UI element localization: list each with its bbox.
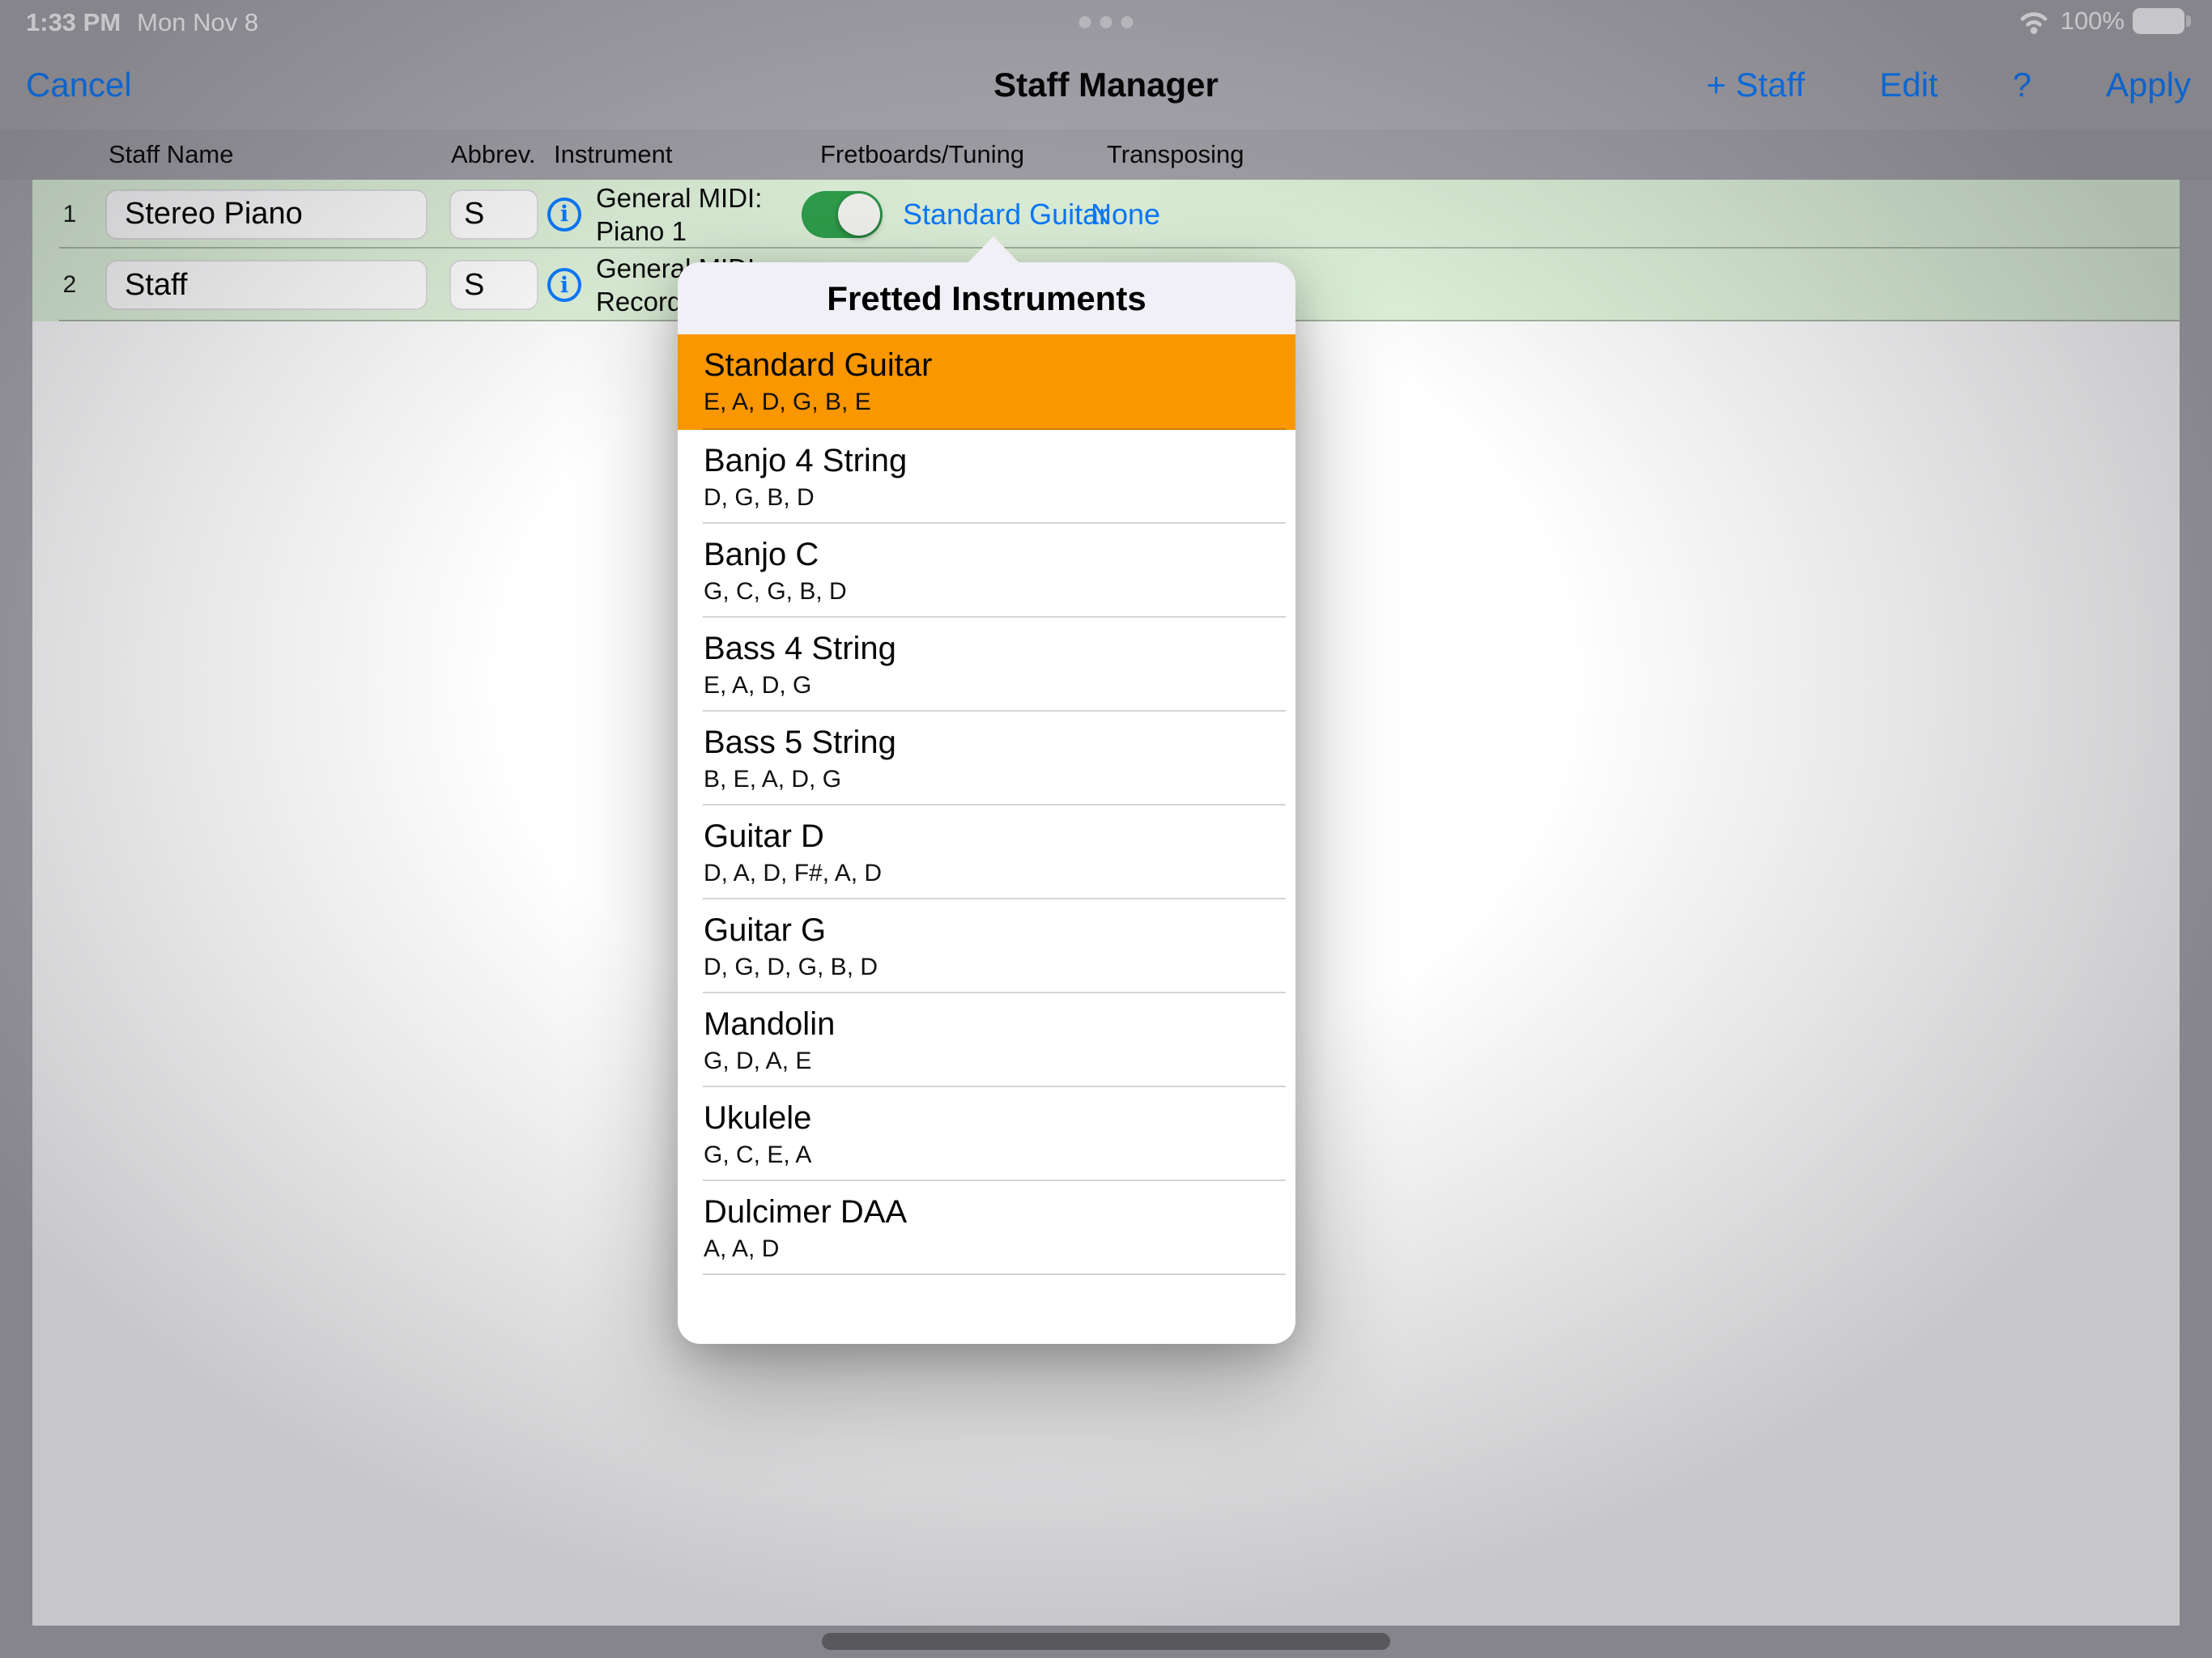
- instrument-info-icon[interactable]: i: [547, 268, 581, 302]
- staff-name-input[interactable]: [105, 260, 428, 310]
- column-header-instrument: Instrument: [554, 140, 672, 169]
- column-header-fretboards: Fretboards/Tuning: [820, 140, 1024, 169]
- instrument-option-ukulele[interactable]: Ukulele G, C, E, A: [678, 1087, 1295, 1181]
- instrument-line2: Piano 1: [596, 215, 762, 248]
- instrument-info-icon[interactable]: i: [547, 198, 581, 232]
- instrument-option-banjo-c[interactable]: Banjo C G, C, G, B, D: [678, 524, 1295, 618]
- instrument-option-standard-guitar[interactable]: Standard Guitar E, A, D, G, B, E: [678, 334, 1295, 430]
- add-staff-button[interactable]: + Staff: [1706, 66, 1805, 104]
- abbrev-input[interactable]: [449, 189, 538, 240]
- column-header-abbrev: Abbrev.: [451, 140, 536, 169]
- instrument-option-dulcimer-daa[interactable]: Dulcimer DAA A, A, D: [678, 1181, 1295, 1275]
- instrument-line1: General MIDI:: [596, 181, 762, 215]
- wifi-icon: [2015, 7, 2052, 35]
- multitask-dots-icon: [1079, 16, 1134, 28]
- instrument-option-guitar-g[interactable]: Guitar G D, G, D, G, B, D: [678, 899, 1295, 993]
- fretted-instruments-popover: Fretted Instruments Standard Guitar E, A…: [678, 262, 1295, 1344]
- instrument-option-mandolin[interactable]: Mandolin G, D, A, E: [678, 993, 1295, 1087]
- instrument-option-bass-5-string[interactable]: Bass 5 String B, E, A, D, G: [678, 712, 1295, 806]
- table-header-row: Staff Name Abbrev. Instrument Fretboards…: [0, 130, 2212, 180]
- column-header-staff-name: Staff Name: [108, 140, 234, 169]
- popover-title: Fretted Instruments: [827, 279, 1146, 318]
- popover-header: Fretted Instruments: [678, 262, 1295, 334]
- row-number: 2: [45, 271, 94, 299]
- toggle-knob: [838, 193, 880, 236]
- abbrev-input[interactable]: [449, 260, 538, 310]
- staff-name-input[interactable]: [105, 189, 428, 240]
- instrument-option-banjo-4-string[interactable]: Banjo 4 String D, G, B, D: [678, 430, 1295, 524]
- cancel-button[interactable]: Cancel: [26, 66, 132, 104]
- instrument-option-guitar-d[interactable]: Guitar D D, A, D, F#, A, D: [678, 806, 1295, 899]
- transposing-link[interactable]: None: [1091, 198, 1160, 232]
- staff-manager-screen: 1:33 PM Mon Nov 8 100% Cancel Staff Mana…: [0, 0, 2212, 1658]
- clock-time: 1:33 PM: [26, 8, 121, 37]
- clock-date: Mon Nov 8: [137, 8, 258, 37]
- edit-button[interactable]: Edit: [1879, 66, 1938, 104]
- nav-bar: Cancel Staff Manager + Staff Edit ? Appl…: [0, 40, 2212, 130]
- help-button[interactable]: ?: [2013, 66, 2031, 104]
- row-number: 1: [45, 201, 94, 228]
- apply-button[interactable]: Apply: [2106, 66, 2191, 104]
- instrument-label: General MIDI: Piano 1: [596, 181, 762, 248]
- fretted-instruments-list: Standard Guitar E, A, D, G, B, E Banjo 4…: [678, 334, 1295, 1275]
- status-bar: 1:33 PM Mon Nov 8 100%: [0, 0, 2212, 40]
- fretboard-toggle[interactable]: [802, 191, 883, 238]
- battery-icon: [2133, 8, 2184, 34]
- home-indicator[interactable]: [822, 1633, 1390, 1650]
- fretboard-tuning-link[interactable]: Standard Guitar: [903, 198, 1108, 232]
- battery-percent: 100%: [2061, 6, 2125, 36]
- column-header-transposing: Transposing: [1107, 140, 1244, 169]
- page-title: Staff Manager: [993, 66, 1219, 104]
- staff-row-1: 1 i General MIDI: Piano 1 Standard Guita…: [32, 180, 2180, 249]
- instrument-option-bass-4-string[interactable]: Bass 4 String E, A, D, G: [678, 618, 1295, 712]
